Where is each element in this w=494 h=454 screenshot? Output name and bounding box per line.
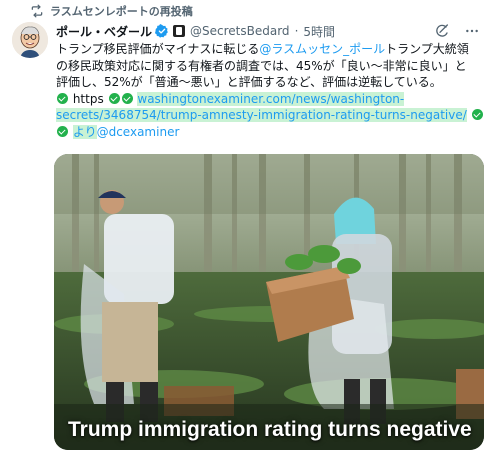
repost-indicator[interactable]: ラスムセンレポートの再投稿 [30, 2, 193, 20]
tweet-line-3: 評価し、52%が「普通～悪い」と評価するなど、評価は逆転している。 [56, 75, 442, 89]
tweet-text-segment: トランプ大統領 [385, 42, 469, 56]
check-icon [57, 125, 68, 137]
source-text: より [72, 124, 97, 139]
avatar[interactable] [12, 22, 48, 58]
media-caption: Trump immigration rating turns negative [68, 418, 472, 441]
grok-icon[interactable] [434, 23, 450, 39]
tweet-text-segment: https [72, 91, 104, 106]
tweet-line-1: トランプ移民評価がマイナスに転じる@ラスムッセン_ポールトランプ大統領 [56, 41, 482, 58]
media-image[interactable]: Trump immigration rating turns negative [54, 154, 484, 450]
check-icon [121, 92, 133, 104]
article-link[interactable]: washingtonexaminer.com/news/washington- [137, 91, 405, 106]
mention-link[interactable]: @ラスムッセン_ポール [259, 42, 385, 56]
tweet-line-5: secrets/3468754/trump-amnesty-immigratio… [56, 107, 483, 124]
check-icon [471, 109, 483, 120]
tweet-line-4: https washingtonexaminer.com/news/washin… [56, 91, 482, 108]
repost-label: ラスムセンレポートの再投稿 [50, 5, 193, 18]
check-icon [108, 92, 120, 104]
tweet-line-6: より@dcexaminer [56, 124, 482, 141]
farmworkers-photo-icon [54, 154, 484, 450]
repost-icon [31, 4, 43, 18]
author-handle[interactable]: @SecretsBedard [190, 24, 290, 38]
tweet-text: トランプ移民評価がマイナスに転じる@ラスムッセン_ポールトランプ大統領 の移民政… [56, 41, 483, 141]
check-icon [57, 92, 68, 104]
more-options-icon[interactable] [464, 23, 480, 39]
mention-link[interactable]: @dcexaminer [97, 125, 180, 139]
tweet-text-segment: トランプ移民評価がマイナスに転じる [56, 42, 260, 56]
author-display-name[interactable]: ポール・ベダール [56, 23, 152, 40]
affiliate-badge-icon[interactable] [173, 25, 186, 37]
verified-badge-icon [155, 24, 168, 38]
avatar-caricature-icon [12, 22, 48, 58]
header-separator: · [294, 24, 299, 38]
article-link-continued[interactable]: secrets/3468754/trump-amnesty-immigratio… [56, 108, 467, 122]
timestamp[interactable]: 5時間 [303, 23, 335, 40]
header-actions [434, 22, 480, 40]
tweet-header: ポール・ベダール @SecretsBedard · 5時間 [56, 22, 480, 40]
tweet-line-2: の移民政策対応に関する有権者の調査では、45%が「良い～非常に良い」と [56, 58, 467, 73]
